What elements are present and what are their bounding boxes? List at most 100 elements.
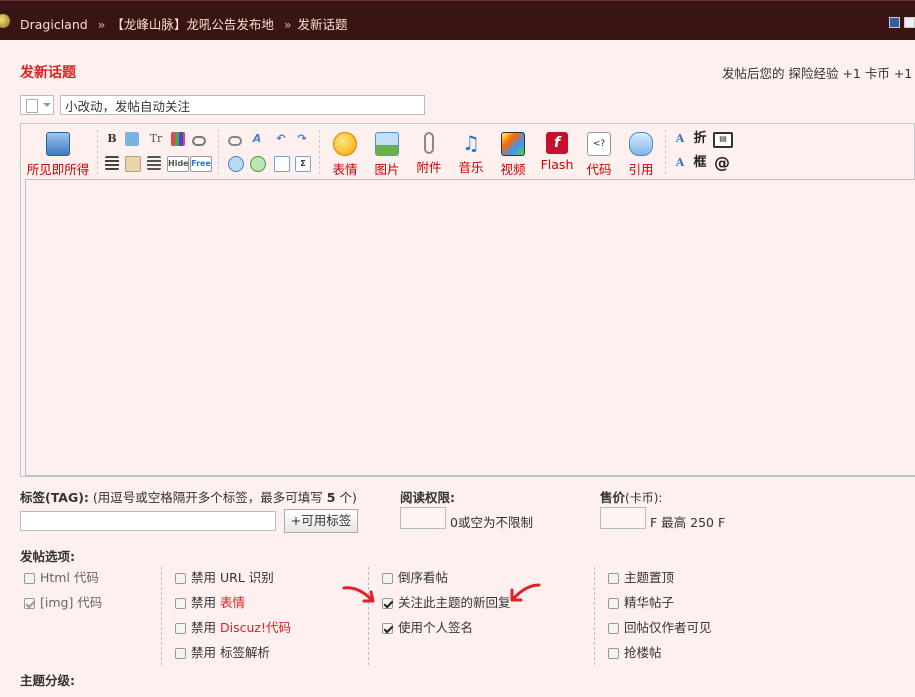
option-author-only[interactable]: 回帖仅作者可见: [608, 617, 712, 642]
floor-grab-label: 抢楼帖: [624, 645, 662, 660]
toolbar-divider: [218, 130, 219, 174]
fold-button[interactable]: 折: [693, 132, 707, 146]
option-sticky[interactable]: 主题置顶: [608, 567, 712, 592]
price-label-row: 售价(卡币):: [600, 487, 662, 506]
read-permission-note: 0或空为不限制: [450, 515, 533, 530]
window-controls: [885, 17, 915, 31]
digest-checkbox[interactable]: [608, 598, 619, 609]
disable-smilies-checkbox[interactable]: [175, 598, 186, 609]
option-img: [img] 代码: [24, 592, 102, 617]
html-checkbox[interactable]: [24, 573, 35, 584]
editor-content-area[interactable]: [25, 179, 915, 476]
minimize-icon[interactable]: [889, 17, 900, 28]
tag-label: 标签(TAG):: [20, 490, 89, 505]
option-disable-url[interactable]: 禁用 URL 识别: [175, 567, 291, 592]
subject-input[interactable]: [60, 95, 425, 115]
media-icon[interactable]: [250, 156, 266, 172]
option-disable-smilies[interactable]: 禁用 表情: [175, 592, 291, 617]
free-icon[interactable]: Free: [190, 156, 212, 172]
bold-icon[interactable]: B: [105, 132, 119, 146]
align-left-icon[interactable]: [105, 156, 119, 170]
undo-icon[interactable]: ↶: [274, 132, 288, 146]
disable-prefix: 禁用: [191, 595, 220, 610]
web-search-icon[interactable]: [228, 156, 244, 172]
table-icon[interactable]: ▤: [713, 132, 733, 148]
font-size-icon[interactable]: Tr: [147, 132, 165, 146]
option-floor-grab[interactable]: 抢楼帖: [608, 642, 712, 667]
option-use-signature[interactable]: 使用个人签名: [382, 617, 511, 642]
annotation-arrow-right-icon: [510, 583, 541, 602]
disable-tags-checkbox[interactable]: [175, 648, 186, 659]
disable-smilies-label[interactable]: 表情: [220, 595, 245, 610]
sticky-checkbox[interactable]: [608, 573, 619, 584]
music-label: 音乐: [458, 160, 484, 175]
wysiwyg-label: 所见即所得: [26, 162, 90, 177]
superscript-icon[interactable]: A: [673, 132, 687, 146]
disable-bbcode-label[interactable]: Discuz!代码: [220, 620, 291, 635]
options-col-2: 禁用 URL 识别 禁用 表情 禁用 Discuz!代码 禁用 标签解析: [175, 567, 291, 667]
disable-bbcode-checkbox[interactable]: [175, 623, 186, 634]
option-html[interactable]: Html 代码: [24, 567, 102, 592]
box-button[interactable]: 框: [693, 156, 707, 170]
breadcrumb-separator: »: [97, 17, 106, 32]
disable-url-checkbox[interactable]: [175, 573, 186, 584]
disable-url-label: URL 识别: [219, 570, 274, 585]
disable-tags-label: 标签解析: [219, 645, 270, 660]
author-only-checkbox[interactable]: [608, 623, 619, 634]
option-disable-tags[interactable]: 禁用 标签解析: [175, 642, 291, 667]
options-divider: [594, 567, 595, 665]
floor-grab-checkbox[interactable]: [608, 648, 619, 659]
code-icon: <?: [587, 132, 611, 156]
maximize-icon[interactable]: [904, 17, 915, 28]
wysiwyg-button[interactable]: 所见即所得: [25, 132, 91, 178]
quote-button[interactable]: 引用: [623, 132, 659, 178]
image-button[interactable]: 图片: [369, 132, 405, 178]
tag-input[interactable]: [20, 511, 276, 531]
option-digest[interactable]: 精华帖子: [608, 592, 712, 617]
breadcrumb-site[interactable]: Dragicland: [20, 17, 88, 32]
available-tags-button[interactable]: +可用标签: [284, 509, 358, 533]
tag-hint-end: 个): [335, 490, 357, 505]
post-type-select[interactable]: [20, 95, 54, 115]
link-icon[interactable]: [192, 136, 206, 146]
use-signature-checkbox[interactable]: [382, 623, 393, 634]
hide-icon[interactable]: Hide: [167, 156, 189, 172]
topic-grade-label: 主题分级:: [20, 673, 75, 688]
option-follow-replies[interactable]: 关注此主题的新回复: [382, 592, 511, 617]
remove-format-icon[interactable]: A: [250, 132, 264, 146]
mention-button[interactable]: @: [714, 155, 730, 171]
reverse-order-checkbox[interactable]: [382, 573, 393, 584]
option-disable-bbcode[interactable]: 禁用 Discuz!代码: [175, 617, 291, 642]
price-unit: (卡币):: [625, 491, 663, 505]
emoticon-label: 表情: [332, 162, 358, 177]
font-color-icon[interactable]: [125, 132, 139, 146]
follow-replies-checkbox[interactable]: [382, 598, 393, 609]
code-button[interactable]: <? 代码: [581, 132, 617, 178]
attachment-label: 附件: [416, 160, 442, 175]
unlink-icon[interactable]: [228, 136, 242, 146]
emoticon-button[interactable]: 表情: [327, 132, 363, 178]
list-icon[interactable]: [147, 156, 161, 170]
toolbar-divider: [665, 130, 666, 174]
subscript-icon[interactable]: A: [673, 156, 687, 170]
code-label: 代码: [586, 162, 612, 177]
experience-note: 发帖后您的 探险经验 +1 卡币 +1: [722, 66, 913, 81]
flash-label: Flash: [540, 157, 574, 172]
formula-icon[interactable]: Σ: [295, 156, 311, 172]
quote-label: 引用: [628, 162, 654, 177]
flash-button[interactable]: f Flash: [537, 132, 577, 172]
read-permission-input[interactable]: [400, 507, 446, 529]
breadcrumb-forum[interactable]: 【龙峰山脉】龙吼公告发布地: [111, 17, 274, 32]
video-button[interactable]: 视频: [495, 132, 531, 178]
attachment-button[interactable]: 附件: [411, 132, 447, 176]
price-input[interactable]: [600, 507, 646, 529]
digest-label: 精华帖子: [624, 595, 675, 610]
music-button[interactable]: ♫ 音乐: [453, 132, 489, 176]
quote-bubble-icon: [629, 132, 653, 156]
redo-icon[interactable]: ↷: [295, 132, 309, 146]
page-icon[interactable]: [274, 156, 290, 172]
float-icon[interactable]: [125, 156, 141, 172]
background-color-icon[interactable]: [171, 132, 185, 146]
site-logo-icon[interactable]: [0, 14, 10, 28]
option-reverse-order[interactable]: 倒序看帖: [382, 567, 511, 592]
